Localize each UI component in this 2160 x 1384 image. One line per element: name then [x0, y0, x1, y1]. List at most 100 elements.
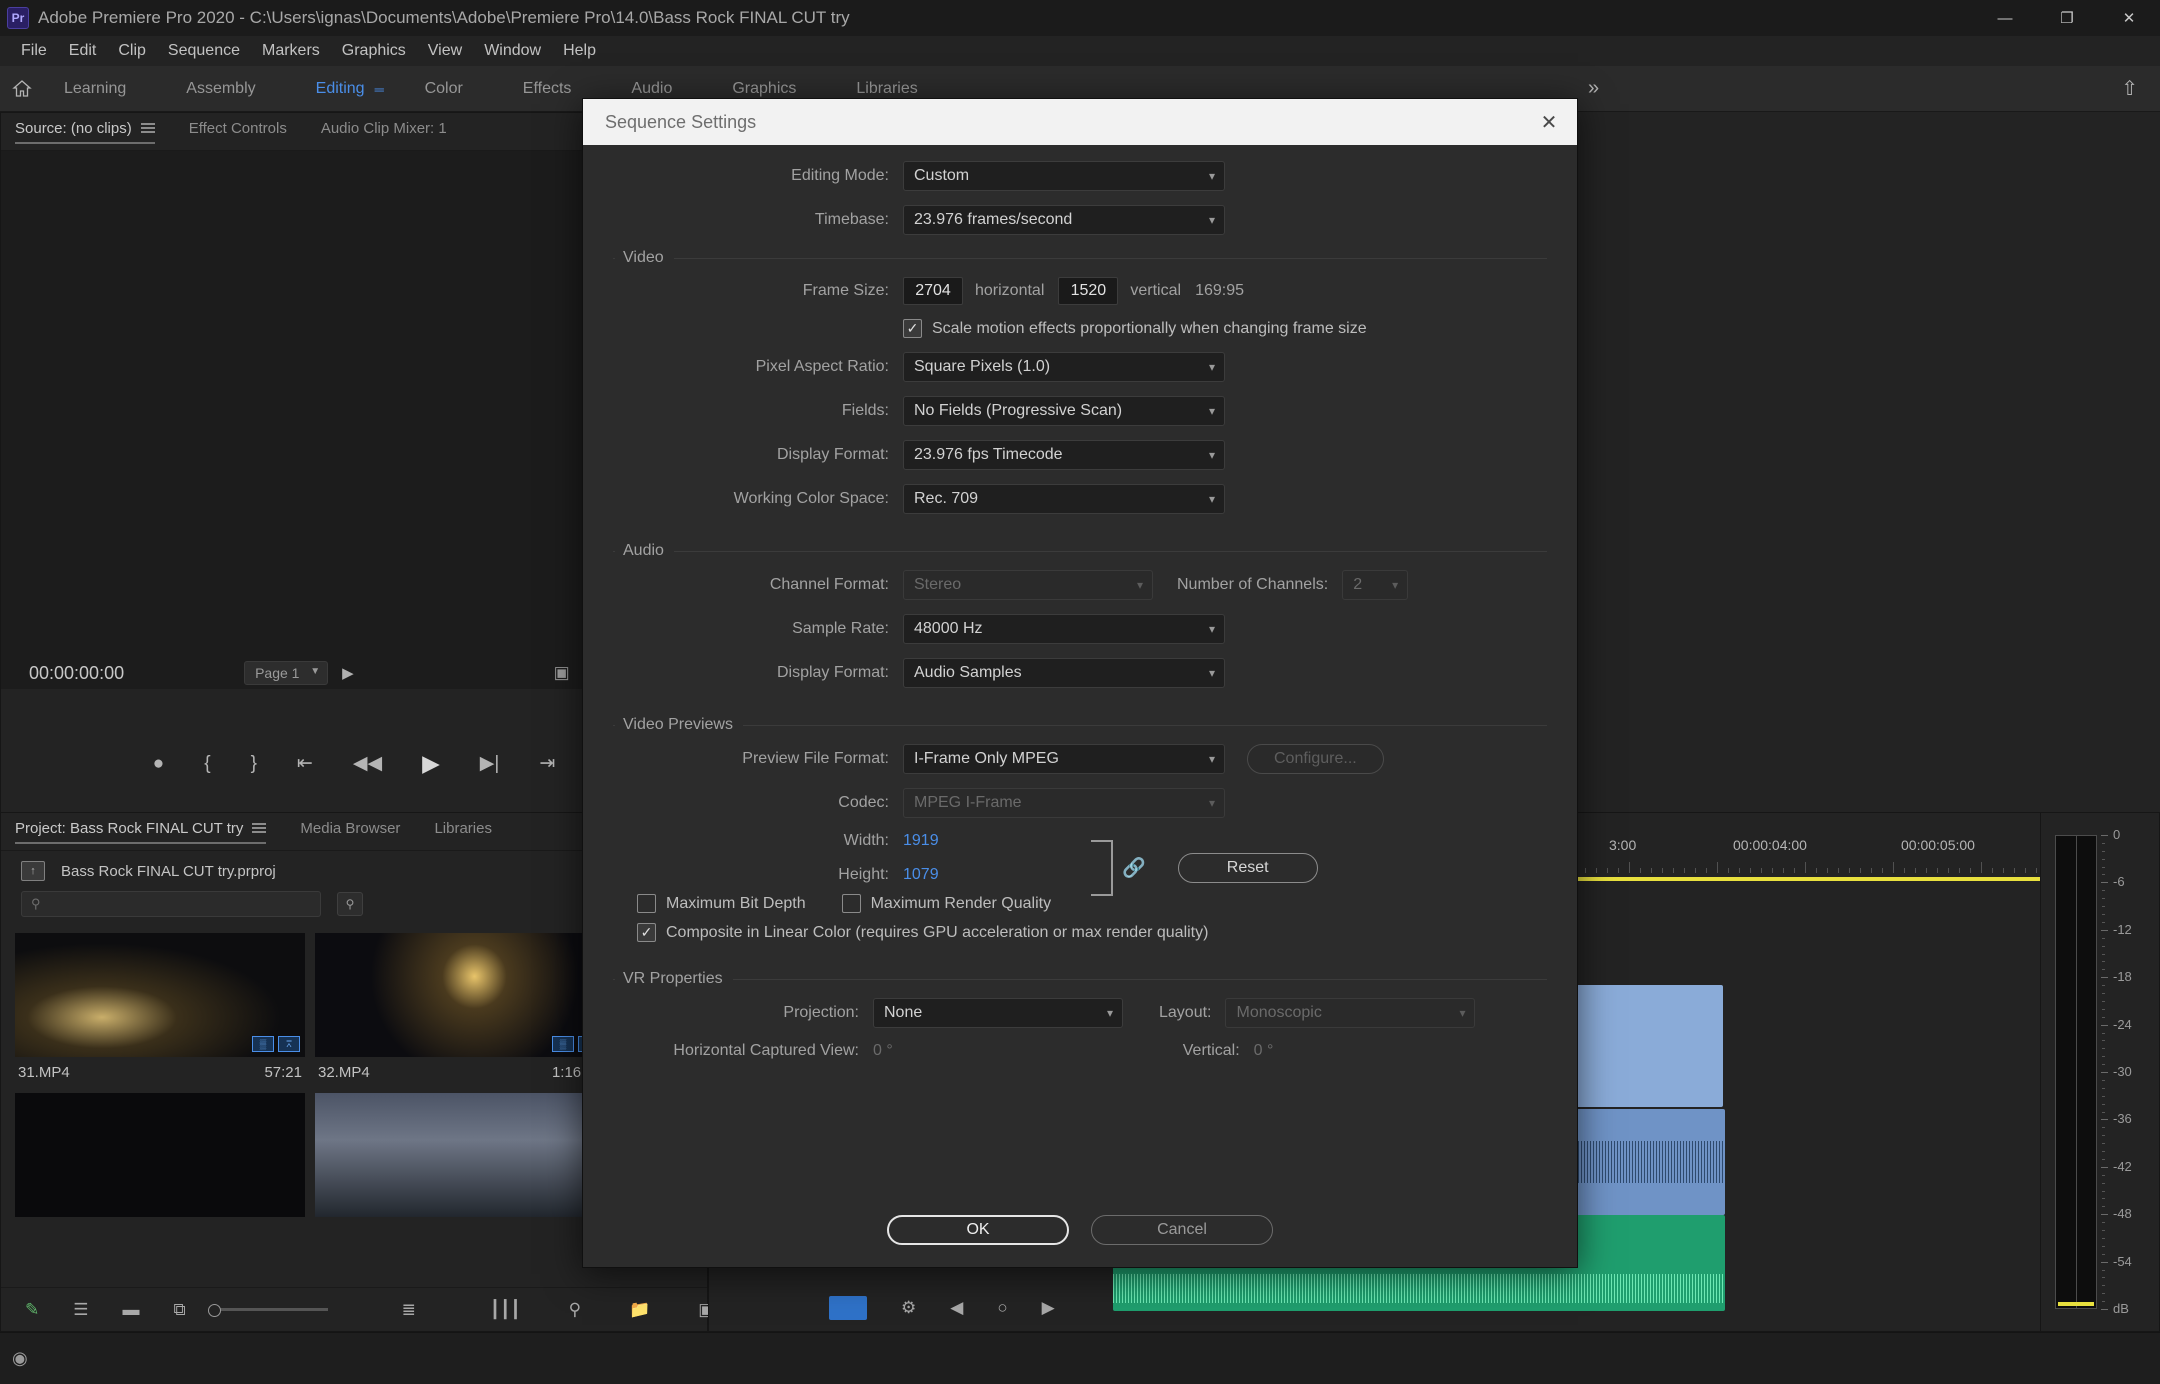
audio-meter-bars[interactable]	[2055, 835, 2097, 1309]
source-step-forward-icon[interactable]: ▶|	[480, 752, 500, 775]
project-search-input[interactable]: ⚲	[21, 891, 321, 917]
workspace-tab-effects[interactable]: Effects	[523, 80, 572, 98]
status-bar: ◉	[0, 1332, 2160, 1384]
project-up-folder-icon[interactable]: ↑	[21, 861, 45, 881]
maximum-bit-depth-checkbox[interactable]: ✓ Maximum Bit Depth	[637, 894, 806, 913]
menu-markers[interactable]: Markers	[251, 39, 331, 63]
close-icon[interactable]: ✕	[1535, 108, 1563, 136]
tab-source[interactable]: Source: (no clips)	[15, 120, 155, 144]
ok-button[interactable]: OK	[887, 1215, 1069, 1245]
frame-width-input[interactable]: 2704	[903, 277, 963, 305]
list-item[interactable]: ▒ ⩞ 32.MP4 1:16:22	[315, 933, 605, 1083]
source-play-icon[interactable]: ▶	[422, 750, 440, 777]
list-item[interactable]	[315, 1093, 605, 1226]
sort-icon[interactable]: ≣	[402, 1300, 416, 1320]
timeline-settings-icon[interactable]: ⚙	[901, 1298, 916, 1318]
fields-label: Fields:	[841, 402, 889, 419]
meter-clip-indicator	[2058, 1302, 2094, 1306]
fields-select[interactable]: No Fields (Progressive Scan) ▾	[903, 396, 1225, 426]
source-mark-in-icon[interactable]: {	[204, 753, 210, 775]
workspace-tab-learning[interactable]: Learning	[64, 80, 126, 98]
source-play-small-icon[interactable]: ▶	[342, 664, 354, 682]
list-item[interactable]: ▒ ⩞ 31.MP4 57:21	[15, 933, 305, 1083]
project-filter-icon[interactable]: ⚲	[337, 892, 363, 916]
timeline-zoom-indicator[interactable]	[829, 1296, 867, 1320]
workspace-more-icon[interactable]: »	[1588, 77, 1599, 100]
timeline-next-marker-icon[interactable]: ▶	[1042, 1298, 1055, 1318]
eye-icon[interactable]: ◉	[12, 1348, 28, 1369]
workspace-tab-libraries[interactable]: Libraries	[856, 80, 917, 98]
scale-motion-checkbox[interactable]: ✓ Scale motion effects proportionally wh…	[903, 319, 1367, 338]
close-button[interactable]: ✕	[2098, 0, 2160, 36]
find-icon[interactable]: ⚲	[569, 1300, 581, 1320]
thumbnail-image[interactable]	[15, 1093, 305, 1217]
panel-menu-icon[interactable]	[140, 121, 155, 135]
freeform-view-icon[interactable]: ⧉	[174, 1300, 186, 1320]
frame-height-input[interactable]: 1520	[1058, 277, 1119, 305]
workspace-tab-audio[interactable]: Audio	[631, 80, 672, 98]
tab-libraries[interactable]: Libraries	[434, 820, 492, 844]
tab-effect-controls[interactable]: Effect Controls	[189, 120, 287, 144]
maximum-render-quality-checkbox[interactable]: ✓ Maximum Render Quality	[841, 894, 1051, 913]
menu-sequence[interactable]: Sequence	[157, 39, 251, 63]
menu-window[interactable]: Window	[473, 39, 552, 63]
menu-help[interactable]: Help	[552, 39, 607, 63]
menu-file[interactable]: File	[10, 39, 58, 63]
pixel-aspect-ratio-select[interactable]: Square Pixels (1.0) ▾	[903, 352, 1225, 382]
source-goto-out-icon[interactable]: ⇥	[539, 752, 555, 775]
fields-value: No Fields (Progressive Scan)	[914, 402, 1123, 419]
preview-width-value[interactable]: 1919	[903, 832, 939, 850]
cancel-button[interactable]: Cancel	[1091, 1215, 1273, 1245]
video-display-format-select[interactable]: 23.976 fps Timecode ▾	[903, 440, 1225, 470]
preview-height-value[interactable]: 1079	[903, 866, 939, 884]
source-marker-in-icon[interactable]: ●	[153, 753, 164, 775]
source-step-back-icon[interactable]: ◀◀	[353, 752, 382, 775]
thumbnail-image[interactable]	[315, 1093, 605, 1217]
project-toolbar: ✎ ☰ ▬ ⧉ ≣ ┃┃┃ ⚲ 📁 ▣ 🗑	[1, 1287, 770, 1331]
menu-view[interactable]: View	[417, 39, 473, 63]
panel-menu-icon[interactable]	[252, 821, 267, 835]
timebase-select[interactable]: 23.976 frames/second ▾	[903, 205, 1225, 235]
new-item-pen-icon[interactable]: ✎	[25, 1300, 39, 1320]
source-export-frame-icon[interactable]: ▣	[554, 663, 570, 683]
workspace-tab-assembly[interactable]: Assembly	[186, 80, 255, 98]
projection-label: Projection:	[783, 1004, 859, 1021]
home-icon[interactable]	[0, 66, 44, 112]
automate-to-sequence-icon[interactable]: ┃┃┃	[490, 1300, 521, 1320]
tab-audio-clip-mixer[interactable]: Audio Clip Mixer: 1	[321, 120, 447, 144]
zoom-slider[interactable]	[207, 1304, 328, 1317]
workspace-tab-color[interactable]: Color	[425, 80, 463, 98]
new-bin-icon[interactable]: 📁	[629, 1300, 650, 1320]
timeline-add-marker-icon[interactable]: ○	[997, 1298, 1007, 1318]
channel-format-select: Stereo ▾	[903, 570, 1153, 600]
projection-select[interactable]: None ▾	[873, 998, 1123, 1028]
minimize-button[interactable]: —	[1974, 0, 2036, 36]
icon-view-icon[interactable]: ▬	[123, 1300, 140, 1320]
menu-graphics[interactable]: Graphics	[331, 39, 417, 63]
timeline-prev-marker-icon[interactable]: ◀	[950, 1298, 963, 1318]
source-goto-in-icon[interactable]: ⇤	[297, 752, 313, 775]
working-color-space-select[interactable]: Rec. 709 ▾	[903, 484, 1225, 514]
source-mark-out-icon[interactable]: }	[251, 753, 257, 775]
reset-button[interactable]: Reset	[1177, 853, 1318, 883]
source-timecode[interactable]: 00:00:00:00	[29, 663, 124, 684]
composite-linear-color-checkbox[interactable]: ✓ Composite in Linear Color (requires GP…	[637, 923, 1208, 942]
tab-media-browser[interactable]: Media Browser	[300, 820, 400, 844]
link-chain-icon[interactable]: 🔗	[1122, 856, 1146, 880]
preview-file-format-select[interactable]: I-Frame Only MPEG ▾	[903, 744, 1225, 774]
thumbnail-image[interactable]: ▒ ⩞	[315, 933, 605, 1057]
thumbnail-image[interactable]: ▒ ⩞	[15, 933, 305, 1057]
editing-mode-select[interactable]: Custom ▾	[903, 161, 1225, 191]
workspace-tab-graphics[interactable]: Graphics	[732, 80, 796, 98]
tab-project[interactable]: Project: Bass Rock FINAL CUT try	[15, 820, 267, 844]
list-view-icon[interactable]: ☰	[73, 1300, 88, 1320]
list-item[interactable]	[15, 1093, 305, 1226]
menu-edit[interactable]: Edit	[58, 39, 108, 63]
audio-display-format-select[interactable]: Audio Samples ▾	[903, 658, 1225, 688]
sample-rate-select[interactable]: 48000 Hz ▾	[903, 614, 1225, 644]
menu-clip[interactable]: Clip	[107, 39, 157, 63]
maximize-button[interactable]: ❐	[2036, 0, 2098, 36]
workspace-tab-editing[interactable]: Editing ═	[316, 80, 384, 98]
source-page-selector[interactable]: Page 1 ▼	[244, 661, 329, 685]
share-icon[interactable]: ⇧	[2121, 76, 2138, 101]
